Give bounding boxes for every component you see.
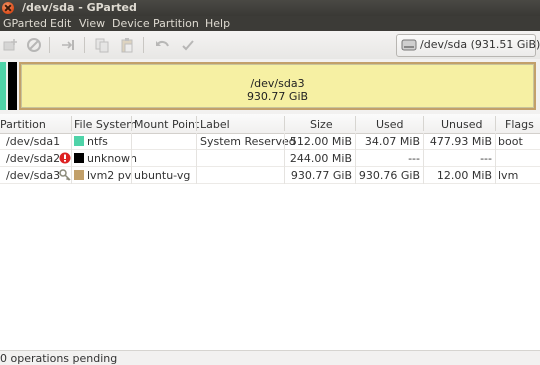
close-window-icon[interactable] bbox=[2, 2, 14, 14]
delete-icon[interactable] bbox=[26, 37, 42, 53]
unused: 12.00 MiB bbox=[436, 169, 492, 182]
column-separator[interactable] bbox=[71, 116, 72, 131]
partition-name: /dev/sda2 bbox=[6, 152, 61, 165]
table-row[interactable]: /dev/sda3 lvm2 pv ubuntu-vg 930.77 GiB 9… bbox=[0, 167, 540, 183]
table-row[interactable]: /dev/sda2 unknown 244.00 MiB --- --- bbox=[0, 150, 540, 166]
toolbar: /dev/sda (931.51 GiB) bbox=[0, 31, 540, 60]
toolbar-separator bbox=[84, 37, 85, 53]
menu-bar: GParted Edit View Device Partition Help bbox=[0, 16, 540, 31]
resize-move-icon[interactable] bbox=[60, 37, 76, 53]
column-separator[interactable] bbox=[196, 116, 197, 131]
window-title: /dev/sda - GParted bbox=[22, 1, 137, 14]
partition-block-sda2[interactable] bbox=[8, 62, 17, 110]
column-header-size[interactable]: Size bbox=[310, 118, 333, 131]
column-header-label[interactable]: Label bbox=[200, 118, 230, 131]
unused: 477.93 MiB bbox=[429, 135, 492, 148]
column-separator[interactable] bbox=[284, 116, 285, 131]
column-header-flags[interactable]: Flags bbox=[505, 118, 534, 131]
menu-edit[interactable]: Edit bbox=[50, 17, 71, 30]
flags: boot bbox=[498, 135, 523, 148]
mount-point: ubuntu-vg bbox=[134, 169, 191, 182]
device-selector-label: /dev/sda (931.51 GiB) bbox=[420, 38, 540, 51]
column-header-mount-point[interactable]: Mount Point bbox=[134, 118, 199, 131]
grid-line bbox=[71, 133, 72, 184]
size: 930.77 GiB bbox=[290, 169, 352, 182]
menu-help[interactable]: Help bbox=[205, 17, 230, 30]
menu-view[interactable]: View bbox=[79, 17, 105, 30]
partition-block-sda1[interactable] bbox=[0, 62, 6, 110]
column-separator[interactable] bbox=[355, 116, 356, 131]
menu-device[interactable]: Device bbox=[112, 17, 150, 30]
row-divider bbox=[0, 183, 540, 184]
menu-partition[interactable]: Partition bbox=[153, 17, 199, 30]
filesystem: ntfs bbox=[87, 135, 108, 148]
flags: lvm bbox=[498, 169, 519, 182]
disk-graphic: /dev/sda3 930.77 GiB bbox=[0, 59, 540, 114]
grid-line bbox=[355, 133, 356, 184]
partition-name: /dev/sda1 bbox=[6, 135, 61, 148]
column-header-filesystem[interactable]: File System bbox=[74, 118, 137, 131]
grid-line bbox=[284, 133, 285, 184]
operations-pending-text: 0 operations pending bbox=[0, 352, 118, 365]
column-header-unused[interactable]: Unused bbox=[441, 118, 482, 131]
toolbar-separator bbox=[143, 37, 144, 53]
column-header-partition[interactable]: Partition bbox=[0, 118, 46, 131]
grid-line bbox=[131, 133, 132, 184]
grid-line bbox=[196, 133, 197, 184]
error-icon bbox=[59, 152, 71, 164]
partition-usage-fill: /dev/sda3 930.77 GiB bbox=[21, 64, 534, 108]
device-selector[interactable]: /dev/sda (931.51 GiB) bbox=[396, 34, 540, 57]
partition-block-sda3[interactable]: /dev/sda3 930.77 GiB bbox=[19, 62, 536, 110]
column-header-used[interactable]: Used bbox=[376, 118, 404, 131]
partition-label: System Reserved bbox=[200, 135, 296, 148]
partition-block-size: 930.77 GiB bbox=[246, 90, 309, 103]
filesystem-color-swatch bbox=[74, 170, 84, 180]
column-separator[interactable] bbox=[495, 116, 496, 131]
used: 34.07 MiB bbox=[364, 135, 420, 148]
grid-line bbox=[423, 133, 424, 184]
table-row[interactable]: /dev/sda1 ntfs System Reserved 512.00 Mi… bbox=[0, 133, 540, 149]
partition-block-name: /dev/sda3 bbox=[250, 77, 305, 90]
partition-table: Partition File System Mount Point Label … bbox=[0, 114, 540, 350]
table-header: Partition File System Mount Point Label … bbox=[0, 114, 540, 134]
column-separator[interactable] bbox=[423, 116, 424, 131]
partition-name: /dev/sda3 bbox=[6, 169, 61, 182]
menu-gparted[interactable]: GParted bbox=[3, 17, 47, 30]
size: 512.00 MiB bbox=[289, 135, 352, 148]
copy-icon[interactable] bbox=[94, 37, 110, 53]
size: 244.00 MiB bbox=[289, 152, 352, 165]
filesystem-color-swatch bbox=[74, 153, 84, 163]
filesystem: lvm2 pv bbox=[87, 169, 132, 182]
apply-icon[interactable] bbox=[180, 37, 196, 53]
filesystem-color-swatch bbox=[74, 136, 84, 146]
used: 930.76 GiB bbox=[358, 169, 420, 182]
hard-drive-icon bbox=[401, 38, 417, 52]
unused: --- bbox=[480, 152, 492, 165]
paste-icon[interactable] bbox=[119, 37, 135, 53]
filesystem: unknown bbox=[87, 152, 137, 165]
status-bar: 0 operations pending bbox=[0, 350, 540, 365]
used: --- bbox=[408, 152, 420, 165]
new-partition-icon[interactable] bbox=[2, 37, 18, 53]
key-icon bbox=[59, 169, 71, 181]
column-separator[interactable] bbox=[131, 116, 132, 131]
toolbar-separator bbox=[49, 37, 50, 53]
grid-line bbox=[495, 133, 496, 184]
title-bar: /dev/sda - GParted bbox=[0, 0, 540, 16]
undo-icon[interactable] bbox=[154, 37, 170, 53]
